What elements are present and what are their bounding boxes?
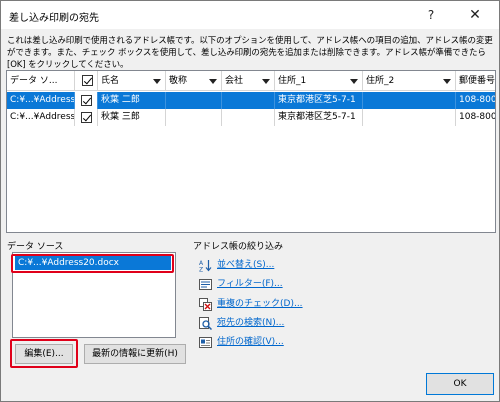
table-row[interactable]: C:¥...¥Address... 秋葉 三郎 東京都港区芝5-7-1 108-… <box>7 109 495 126</box>
highlight-frame <box>11 254 174 273</box>
cell-address1: 東京都港区芝5-7-1 <box>275 92 363 109</box>
duplicate-icon <box>199 298 212 311</box>
row-checkbox[interactable] <box>81 112 92 123</box>
cell-honorific <box>166 92 222 109</box>
column-header-address2[interactable]: 住所_2 <box>363 71 456 91</box>
column-header-honorific[interactable]: 敬称 <box>166 71 222 91</box>
table-header: データ ソ... 氏名 敬称 会社 住所_1 住所_2 郵便番号 <box>7 71 496 91</box>
column-header-address1[interactable]: 住所_1 <box>275 71 363 91</box>
dialog-description: これは差し込み印刷で使用されるアドレス帳です。以下のオプションを使用して、アドレ… <box>7 36 493 70</box>
dropdown-arrow-icon[interactable] <box>153 79 161 84</box>
cell-name: 秋葉 二郎 <box>98 92 166 109</box>
cell-checkbox <box>75 109 98 126</box>
validate-address-link-label[interactable]: 住所の確認(V)... <box>217 335 284 350</box>
sort-link-label[interactable]: 並べ替え(S)... <box>217 258 274 273</box>
cell-name: 秋葉 三郎 <box>98 109 166 126</box>
cell-postal: 108-8001 <box>459 95 495 105</box>
column-header-name-label: 氏名 <box>101 76 120 86</box>
column-header-name[interactable]: 氏名 <box>98 71 166 91</box>
cell-address1: 東京都港区芝5-7-1 <box>275 109 363 126</box>
column-header-source-label: データ ソ... <box>10 76 58 86</box>
cell-company <box>222 92 275 109</box>
dropdown-arrow-icon[interactable] <box>350 79 358 84</box>
column-header-address2-label: 住所_2 <box>366 76 395 86</box>
column-header-company[interactable]: 会社 <box>222 71 275 91</box>
find-recipient-icon <box>199 317 212 330</box>
close-button[interactable]: ✕ <box>459 4 491 26</box>
column-header-company-label: 会社 <box>225 76 244 86</box>
help-button[interactable]: ? <box>415 4 447 26</box>
cell-source: C:¥...¥Address... <box>7 109 75 126</box>
refine-label: アドレス帳の絞り込み <box>193 242 284 252</box>
sort-icon: A Z <box>199 260 212 273</box>
ok-button[interactable]: OK <box>426 373 494 395</box>
dialog-title: 差し込み印刷の宛先 <box>9 13 99 24</box>
column-header-postal-label: 郵便番号 <box>459 76 496 86</box>
column-header-honorific-label: 敬称 <box>169 76 188 86</box>
svg-text:Z: Z <box>199 267 203 273</box>
mail-merge-recipients-dialog: 差し込み印刷の宛先 ? ✕ これは差し込み印刷で使用されるアドレス帳です。以下の… <box>0 0 500 402</box>
cell-checkbox <box>75 92 98 109</box>
validate-address-icon <box>199 337 212 348</box>
column-header-checkbox[interactable] <box>75 71 98 91</box>
select-all-checkbox[interactable] <box>82 75 93 86</box>
recipients-table[interactable]: データ ソ... 氏名 敬称 会社 住所_1 住所_2 郵便番号 C:¥...¥… <box>6 70 496 233</box>
filter-link-label[interactable]: フィルター(F)... <box>217 277 283 292</box>
data-source-label: データ ソース <box>7 242 64 252</box>
refresh-button[interactable]: 最新の情報に更新(H) <box>84 344 186 364</box>
table-row[interactable]: C:¥...¥Address... 秋葉 二郎 東京都港区芝5-7-1 108-… <box>7 92 495 109</box>
filter-icon <box>199 279 212 290</box>
cell-postal: 108-8001 <box>459 112 495 122</box>
title-bar: 差し込み印刷の宛先 ? ✕ <box>1 1 499 29</box>
column-header-postal[interactable]: 郵便番号 <box>456 71 496 91</box>
dropdown-arrow-icon[interactable] <box>209 79 217 84</box>
dropdown-arrow-icon[interactable] <box>443 79 451 84</box>
cell-company <box>222 109 275 126</box>
find-recipient-link-label[interactable]: 宛先の検索(N)... <box>217 316 284 331</box>
cell-source: C:¥...¥Address... <box>7 92 75 109</box>
column-header-source[interactable]: データ ソ... <box>7 71 75 91</box>
cell-address2 <box>363 109 456 126</box>
cell-honorific <box>166 109 222 126</box>
dropdown-arrow-icon[interactable] <box>262 79 270 84</box>
cell-address2 <box>363 92 456 109</box>
highlight-frame <box>10 339 78 368</box>
duplicate-check-link-label[interactable]: 重複のチェック(D)... <box>217 297 303 312</box>
row-checkbox[interactable] <box>81 95 92 106</box>
column-header-address1-label: 住所_1 <box>278 76 307 86</box>
